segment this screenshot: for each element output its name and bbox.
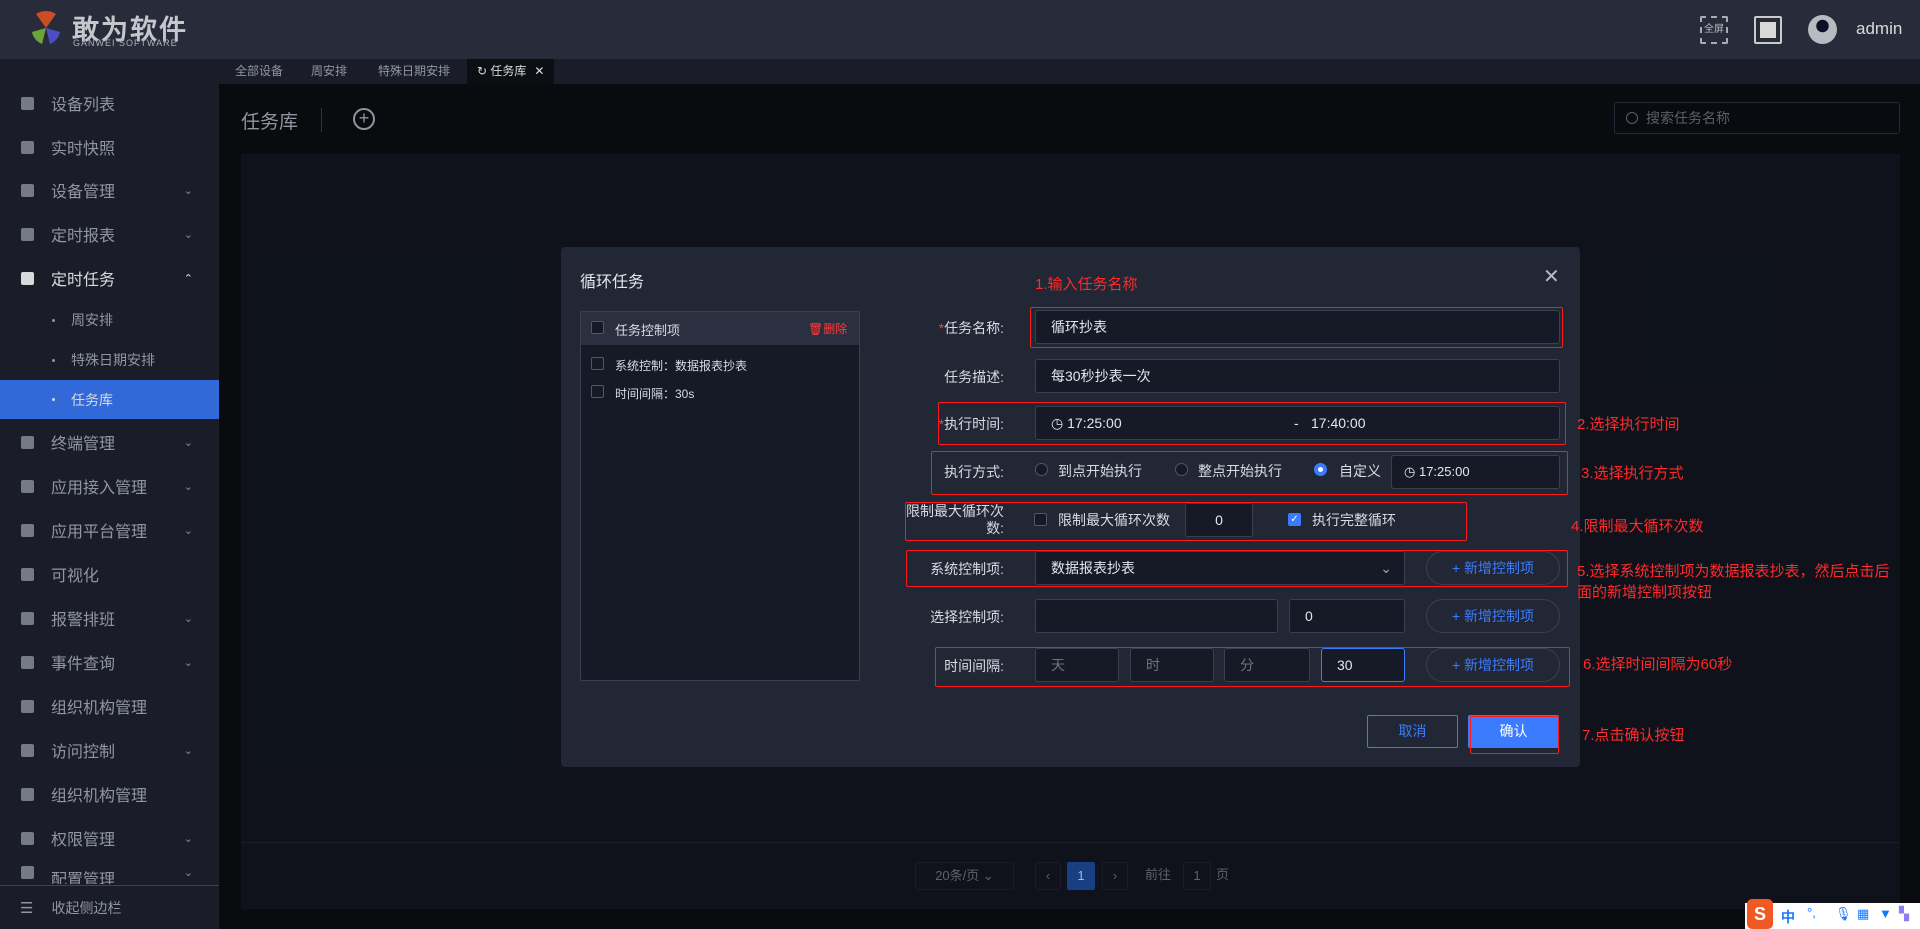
annotation-box	[906, 550, 1568, 587]
annotation-step-1: 1.输入任务名称	[1035, 276, 1138, 293]
keyboard-icon[interactable]: ▦	[1857, 906, 1869, 922]
sogou-logo-icon: S	[1747, 899, 1773, 929]
add-control-button[interactable]: + 新增控制项	[1426, 599, 1560, 633]
task-name-label: *任务名称:	[938, 320, 1004, 336]
select-control-label: 选择控制项:	[930, 609, 1004, 625]
annotation-step-3: 3.选择执行方式	[1581, 465, 1684, 482]
list-item: 系统控制：数据报表抄表	[615, 359, 748, 373]
toolbox-icon[interactable]: ▚	[1899, 906, 1909, 922]
list-item-checkbox[interactable]	[591, 357, 604, 370]
punctuation-icon[interactable]: °,	[1807, 905, 1816, 920]
annotation-step-5-cont: 面的新增控制项按钮	[1577, 584, 1713, 601]
annotation-step-5: 5.选择系统控制项为数据报表抄表，然后点击后	[1577, 563, 1890, 580]
annotation-box	[935, 647, 1570, 687]
ime-mode[interactable]: 中	[1781, 907, 1795, 927]
annotation-step-6: 6.选择时间间隔为60秒	[1583, 656, 1733, 673]
select-control-number[interactable]: 0	[1289, 599, 1405, 633]
select-control-input[interactable]	[1035, 599, 1278, 633]
list-item: 时间间隔：30s	[615, 387, 695, 401]
annotation-box	[905, 502, 1467, 541]
cancel-button[interactable]: 取消	[1367, 715, 1458, 748]
annotation-step-4: 4.限制最大循环次数	[1571, 518, 1704, 535]
list-item-checkbox[interactable]	[591, 385, 604, 398]
annotation-box	[938, 402, 1566, 445]
annotation-box	[931, 451, 1568, 495]
select-all-checkbox[interactable]	[591, 321, 604, 334]
annotation-box	[1470, 716, 1559, 754]
annotation-step-7: 7.点击确认按钮	[1582, 727, 1685, 744]
skin-icon[interactable]: ▼	[1879, 906, 1892, 921]
task-desc-label: 任务描述:	[944, 369, 1004, 385]
annotation-step-2: 2.选择执行时间	[1577, 416, 1680, 433]
task-desc-input[interactable]: 每30秒抄表一次	[1035, 359, 1560, 393]
list-header-label: 任务控制项	[615, 323, 681, 338]
close-icon[interactable]: ✕	[1543, 264, 1560, 289]
annotation-box	[1030, 307, 1563, 348]
microphone-icon[interactable]: 🎙	[1835, 906, 1852, 922]
dialog-title: 循环任务	[580, 274, 645, 291]
ime-toolbar[interactable]: S 中 °, 🎙 ▦ ▼ ▚	[1745, 899, 1920, 929]
